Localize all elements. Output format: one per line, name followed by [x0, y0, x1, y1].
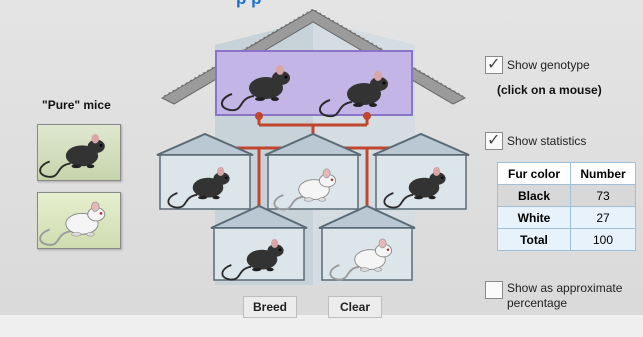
- row-label: Black: [497, 184, 571, 207]
- checkmark-icon: ✓: [487, 56, 501, 73]
- checkmark-icon: ✓: [487, 132, 501, 149]
- genotype-hint: (click on a mouse): [497, 83, 602, 97]
- row-value: 73: [570, 184, 636, 207]
- row-value: 27: [570, 206, 636, 229]
- show-percentage-label-line1: Show as approximate: [507, 281, 623, 295]
- breed-button[interactable]: Breed: [243, 296, 297, 318]
- table-header-row: Fur color Number: [497, 162, 636, 185]
- row-value: 100: [570, 228, 636, 251]
- row-label: White: [497, 206, 571, 229]
- show-genotype-label: Show genotype: [507, 58, 590, 72]
- show-percentage-label-line2: percentage: [507, 296, 568, 310]
- table-row: Total 100: [497, 228, 636, 251]
- table-row: Black 73: [497, 184, 636, 207]
- show-statistics-label: Show statistics: [507, 134, 587, 148]
- header-number: Number: [570, 162, 636, 185]
- show-genotype-checkbox[interactable]: ✓: [485, 56, 503, 74]
- header-fur-color: Fur color: [497, 162, 571, 185]
- statistics-table: Fur color Number Black 73 White 27 Total…: [497, 162, 636, 251]
- show-percentage-checkbox[interactable]: [485, 281, 503, 299]
- clear-button[interactable]: Clear: [328, 296, 382, 318]
- show-statistics-checkbox[interactable]: ✓: [485, 132, 503, 150]
- row-label: Total: [497, 228, 571, 251]
- table-row: White 27: [497, 206, 636, 229]
